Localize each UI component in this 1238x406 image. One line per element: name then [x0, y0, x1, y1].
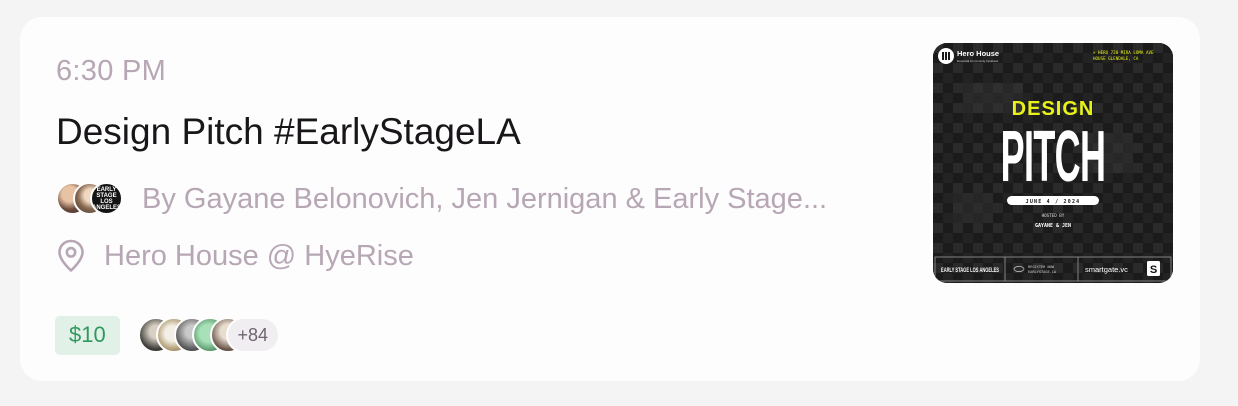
cover-brand: Hero House [957, 49, 999, 58]
cover-footer-badge: S [1150, 264, 1157, 276]
price-badge: $10 [55, 315, 120, 355]
location-text: Hero House @ HyeRise [104, 239, 414, 272]
event-cover-image[interactable]: Hero House Essential Community Incubator… [933, 43, 1173, 283]
cover-brand-sub: Essential Community Incubator [957, 59, 999, 63]
cover-address-line2: HOUSE GLENDALE, CA [1093, 56, 1139, 61]
event-card[interactable]: 6:30 PM Design Pitch #EarlyStageLA EARLY… [20, 17, 1200, 381]
host-avatar: EARLY STAGE LOS ANGELES [90, 182, 123, 215]
cover-footer-left: EARLY STAGE LOS ANGELES [941, 267, 999, 274]
location-pin-icon [56, 238, 86, 274]
hero-house-logo-icon [938, 48, 954, 64]
cover-hosted-label: HOSTED BY [1042, 213, 1065, 218]
attendee-avatars[interactable]: +84 [137, 315, 298, 355]
attendee-more-count[interactable]: +84 [225, 317, 280, 353]
cover-footer-mid1: REGISTER NOW [1028, 265, 1055, 269]
hosts-text: By Gayane Belonovich, Jen Jernigan & Ear… [142, 182, 828, 215]
event-title[interactable]: Design Pitch #EarlyStageLA [56, 111, 521, 153]
cover-footer-mid2: EARLYSTAGE.LA [1028, 270, 1057, 274]
event-meta-row: $10 +84 [55, 315, 298, 355]
host-avatars: EARLY STAGE LOS ANGELES [56, 181, 128, 217]
location-row[interactable]: Hero House @ HyeRise [56, 237, 414, 275]
cover-hosted-names: GAYANE & JEN [1035, 223, 1071, 229]
hosts-row[interactable]: EARLY STAGE LOS ANGELES By Gayane Belono… [56, 180, 906, 218]
cover-title-main: PITCH [1001, 116, 1106, 197]
event-time: 6:30 PM [56, 55, 167, 87]
cover-date: JUNE 4 / 2024 [1026, 199, 1081, 205]
cover-footer-right: smartgate.vc [1085, 265, 1128, 274]
host-avatar-logo-text: EARLY STAGE LOS ANGELES [92, 186, 122, 211]
cover-address-line1: × HERO 720 MIRA LOMA AVE [1093, 50, 1154, 55]
